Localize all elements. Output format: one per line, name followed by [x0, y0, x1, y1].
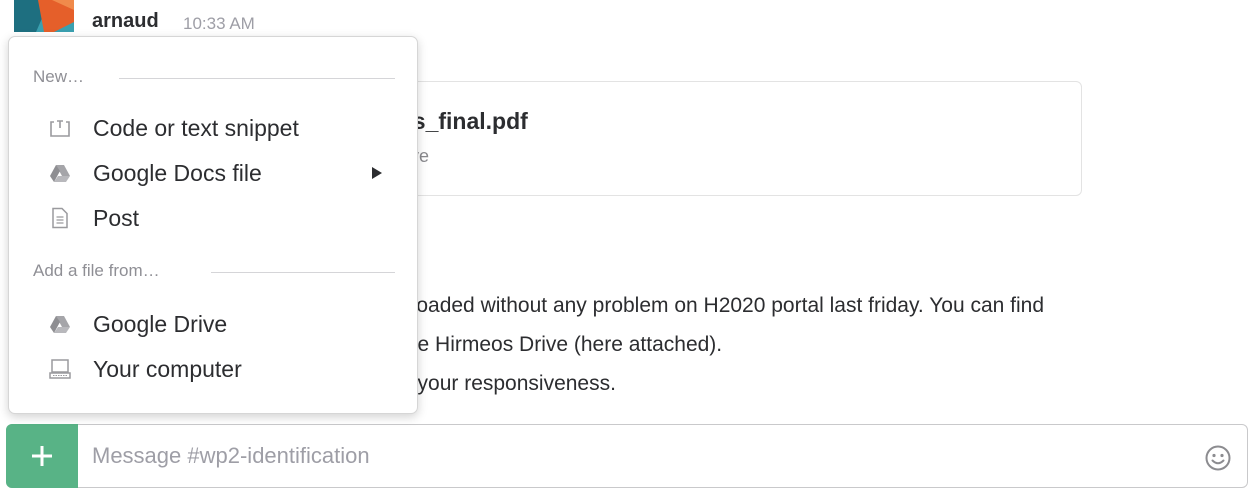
- message-line: ploaded without any problem on H2020 por…: [400, 294, 1045, 317]
- plus-icon: [32, 446, 52, 466]
- menu-item-code-snippet[interactable]: Code or text snippet: [9, 109, 417, 149]
- add-file-button[interactable]: [6, 424, 78, 488]
- message-line: d your responsiveness.: [400, 372, 616, 395]
- emoji-button[interactable]: [1204, 444, 1232, 472]
- message-input[interactable]: [92, 438, 1182, 474]
- menu-item-label: Code or text snippet: [93, 115, 299, 141]
- menu-divider: [211, 272, 395, 273]
- file-attachment-name[interactable]: cs_final.pdf: [400, 108, 528, 135]
- add-file-menu: New… Code or text snippet Google Docs fi…: [8, 36, 418, 414]
- menu-item-google-drive[interactable]: Google Drive: [9, 305, 417, 345]
- computer-icon: [49, 359, 71, 379]
- submenu-arrow-icon: [372, 167, 382, 179]
- smiley-icon: [1205, 445, 1231, 471]
- menu-section-new: New…: [33, 67, 85, 86]
- message-body: ploaded without any problem on H2020 por…: [400, 286, 1044, 403]
- google-drive-icon: [50, 165, 70, 182]
- menu-item-label: Google Docs file: [93, 160, 262, 186]
- menu-item-your-computer[interactable]: Your computer: [9, 350, 417, 390]
- avatar[interactable]: [14, 0, 74, 32]
- message-line: the Hirmeos Drive (here attached).: [400, 333, 723, 356]
- menu-section-add-file: Add a file from…: [33, 261, 160, 280]
- menu-item-label: Your computer: [93, 356, 242, 382]
- menu-item-google-docs-file[interactable]: Google Docs file: [9, 154, 417, 194]
- snippet-icon: [50, 120, 70, 137]
- menu-item-post[interactable]: Post: [9, 199, 417, 239]
- message-timestamp[interactable]: 10:33 AM: [183, 14, 255, 34]
- menu-item-label: Post: [93, 205, 140, 231]
- post-document-icon: [52, 207, 68, 229]
- google-drive-icon: [50, 316, 70, 333]
- file-attachment-card[interactable]: [380, 81, 1082, 196]
- message-author[interactable]: arnaud: [92, 10, 159, 33]
- menu-item-label: Google Drive: [93, 311, 228, 337]
- menu-divider: [119, 78, 395, 79]
